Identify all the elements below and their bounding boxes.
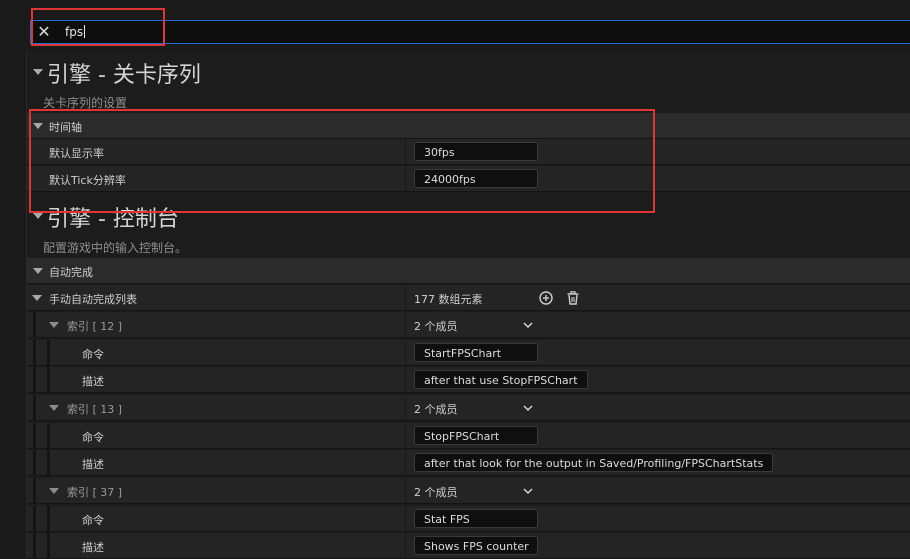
- member-label: 命令: [82, 431, 104, 444]
- category-label: 自动完成: [49, 266, 93, 279]
- array-count: 177 数组元素: [414, 293, 483, 306]
- array-row[interactable]: 手动自动完成列表 177 数组元素: [27, 285, 910, 311]
- array-label: 手动自动完成列表: [49, 293, 137, 306]
- member-count: 2 个成员: [414, 403, 458, 416]
- description-field[interactable]: Shows FPS counter: [414, 536, 538, 555]
- member-count: 2 个成员: [414, 486, 458, 499]
- section-title: 引擎 - 关卡序列: [47, 63, 201, 88]
- command-field[interactable]: StopFPSChart: [414, 426, 538, 445]
- collapse-arrow-icon[interactable]: [33, 213, 43, 219]
- member-row: 描述 Shows FPS counter: [27, 533, 910, 559]
- expand-arrow-icon[interactable]: [32, 295, 42, 301]
- member-row: 描述 after that look for the output in Sav…: [27, 450, 910, 476]
- highlight-box-search: [31, 8, 165, 46]
- array-item-row[interactable]: 索引 [ 12 ] 2 个成员: [27, 312, 910, 338]
- chevron-down-icon[interactable]: [523, 487, 533, 495]
- description-field[interactable]: after that use StopFPSChart: [414, 370, 588, 389]
- member-row: 命令 Stat FPS: [27, 506, 910, 532]
- member-row: 描述 after that use StopFPSChart: [27, 367, 910, 393]
- index-label: 索引 [ 13 ]: [67, 403, 123, 416]
- array-item-row[interactable]: 索引 [ 37 ] 2 个成员: [27, 478, 910, 504]
- member-label: 描述: [82, 375, 104, 388]
- member-count: 2 个成员: [414, 320, 458, 333]
- category-row[interactable]: 自动完成: [27, 258, 910, 284]
- member-label: 描述: [82, 541, 104, 554]
- chevron-down-icon[interactable]: [523, 321, 533, 329]
- member-label: 描述: [82, 458, 104, 471]
- array-item-row[interactable]: 索引 [ 13 ] 2 个成员: [27, 395, 910, 421]
- command-field[interactable]: Stat FPS: [414, 509, 538, 528]
- collapse-arrow-icon[interactable]: [33, 69, 43, 75]
- highlight-box-timeline: [29, 109, 655, 213]
- delete-all-icon[interactable]: [566, 291, 580, 305]
- description-field[interactable]: after that look for the output in Saved/…: [414, 453, 774, 472]
- chevron-down-icon[interactable]: [523, 404, 533, 412]
- expand-arrow-icon[interactable]: [33, 268, 43, 274]
- expand-arrow-icon[interactable]: [49, 322, 59, 328]
- member-row: 命令 StartFPSChart: [27, 340, 910, 366]
- member-row: 命令 StopFPSChart: [27, 423, 910, 449]
- add-element-icon[interactable]: [539, 291, 553, 305]
- member-label: 命令: [82, 514, 104, 527]
- command-field[interactable]: StartFPSChart: [414, 343, 538, 362]
- index-label: 索引 [ 12 ]: [67, 320, 123, 333]
- member-label: 命令: [82, 348, 104, 361]
- expand-arrow-icon[interactable]: [49, 488, 59, 494]
- section-description: 配置游戏中的输入控制台。: [43, 241, 188, 255]
- index-label: 索引 [ 37 ]: [67, 486, 123, 499]
- expand-arrow-icon[interactable]: [49, 405, 59, 411]
